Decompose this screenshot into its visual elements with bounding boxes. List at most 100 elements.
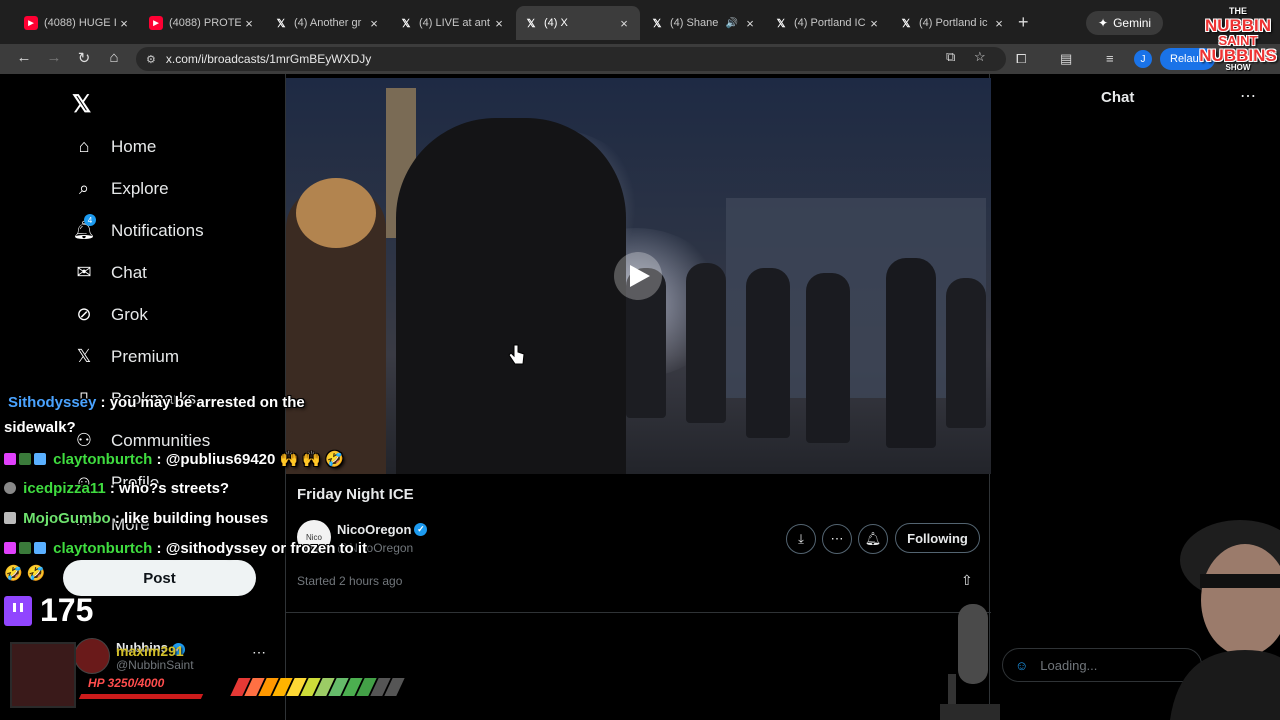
install-app-icon[interactable]: ⧉ — [946, 49, 955, 65]
hp-bar-base — [78, 694, 204, 699]
subscribe-button[interactable]: 🔔︎ — [858, 524, 888, 554]
browser-toolbar: ← → ↻ ⌂ ⚙ x.com/i/broadcasts/1mrGmBEyWXD… — [0, 44, 1280, 74]
viewer-badge-icon — [4, 482, 16, 494]
browser-tab[interactable]: 𝕏 (4) Shane 🔊 × — [642, 10, 766, 36]
browser-tab[interactable]: ▶ (4088) HUGE I × — [16, 10, 140, 36]
close-icon[interactable]: × — [366, 16, 382, 31]
more-icon: ⋯ — [830, 531, 844, 546]
account-menu-icon[interactable]: ⋯ — [252, 644, 266, 661]
broadcast-video[interactable] — [286, 78, 991, 474]
overlay-user-avatar — [10, 642, 76, 708]
close-icon[interactable]: × — [616, 16, 632, 31]
host-name[interactable]: NicoOregon ✓ — [337, 522, 428, 537]
streamer-webcam — [1170, 520, 1280, 720]
tab-title: (4) Another gr — [294, 17, 362, 29]
subscriber-badge-icon — [4, 542, 16, 554]
address-bar[interactable]: ⚙ x.com/i/broadcasts/1mrGmBEyWXDJy ⧉ ☆ — [136, 47, 1006, 71]
overlay-chat-text: : you may be arrested on the — [100, 394, 305, 411]
close-icon[interactable]: × — [491, 16, 507, 31]
tab-title: (4088) PROTES — [169, 17, 241, 29]
sidebar-item-grok[interactable]: ⊘ Grok — [72, 304, 147, 325]
overlay-chat-line: 🤣 🤣 — [4, 564, 46, 582]
browser-profile-avatar[interactable]: J — [1134, 50, 1152, 68]
browser-tab[interactable]: 𝕏 (4) LIVE at ant × — [391, 10, 515, 36]
more-options-button[interactable]: ⋯ — [822, 524, 852, 554]
close-icon[interactable]: × — [241, 16, 257, 31]
prime-badge-icon — [34, 542, 46, 554]
sidebar-item-notifications[interactable]: 🔔︎ 4 Notifications — [72, 214, 204, 241]
overlay-chat-user: MojoGumbo — [23, 510, 111, 527]
tab-title: (4) X — [544, 17, 568, 29]
dock-button[interactable]: ⤓ — [786, 524, 816, 554]
site-info-icon[interactable]: ⚙ — [146, 53, 156, 66]
sidebar-item-explore[interactable]: ⌕ Explore — [72, 178, 169, 199]
twitch-icon — [4, 595, 32, 626]
home-icon[interactable]: ⌂ — [104, 49, 124, 66]
youtube-icon: ▶ — [24, 16, 38, 30]
tab-title: (4088) HUGE I — [44, 17, 116, 29]
browser-tab[interactable]: ▶ (4088) PROTES × — [141, 10, 265, 36]
overlay-chat-line: icedpizza11 : who?s streets? — [4, 480, 229, 497]
browser-tab[interactable]: 𝕏 (4) Portland IC × — [766, 10, 890, 36]
dock-icon: ⤓ — [798, 531, 804, 546]
back-arrow-icon[interactable]: ← — [14, 49, 34, 66]
show-logo: THE NUBBIN SAINT NUBBINS SHOW — [1196, 2, 1280, 74]
following-button[interactable]: Following — [895, 523, 980, 553]
side-panel-icon[interactable]: ▤ — [1060, 51, 1072, 67]
overlay-chat-line: claytonburtch : @publius69420 🙌 🙌 🤣 — [4, 450, 344, 468]
overlay-username: maxim291 — [116, 643, 184, 659]
x-icon: 𝕏 — [776, 17, 786, 30]
browser-tab[interactable]: 𝕏 (4) Another gr × — [266, 10, 390, 36]
bell-plus-icon: 🔔︎ — [864, 531, 882, 546]
browser-tab-strip: ▶ (4088) HUGE I × ▶ (4088) PROTES × 𝕏 (4… — [0, 0, 1280, 44]
grok-icon: ⊘ — [76, 304, 92, 324]
bookmark-star-icon[interactable]: ☆ — [974, 49, 986, 65]
sidebar-item-premium[interactable]: 𝕏 Premium — [72, 346, 179, 367]
notification-badge: 4 — [84, 214, 96, 226]
post-button[interactable]: Post — [63, 560, 256, 596]
browser-tab[interactable]: 𝕏 (4) Portland ic × — [891, 10, 1015, 36]
sidebar-item-label: Home — [111, 136, 157, 156]
media-controls-icon[interactable]: ≡ — [1106, 51, 1114, 66]
play-button[interactable] — [614, 252, 662, 300]
started-time: Started 2 hours ago — [297, 574, 403, 588]
share-icon[interactable]: ⇧ — [961, 572, 973, 589]
browser-tab-active[interactable]: 𝕏 (4) X × — [516, 6, 640, 40]
video-officer — [886, 258, 936, 448]
new-tab-icon[interactable]: + — [1018, 12, 1029, 33]
x-premium-icon: 𝕏 — [76, 346, 92, 366]
close-icon[interactable]: × — [991, 16, 1007, 31]
search-icon: ⌕ — [78, 178, 90, 198]
overlay-chat-user: Sithodyssey — [8, 394, 97, 411]
video-officer — [806, 273, 850, 443]
overlay-chat-line: sidewalk? — [4, 419, 76, 436]
overlay-chat-text: sidewalk? — [4, 419, 76, 436]
x-logo-icon[interactable]: 𝕏 — [72, 90, 91, 119]
chat-input-placeholder: Loading... — [1040, 657, 1098, 673]
reload-icon[interactable]: ↻ — [74, 49, 94, 67]
video-person-hood — [296, 178, 376, 248]
gemini-button[interactable]: ✦ Gemini — [1086, 11, 1164, 35]
close-icon[interactable]: × — [742, 16, 758, 31]
speaker-icon[interactable]: 🔊 — [726, 18, 738, 29]
forward-arrow-icon[interactable]: → — [44, 49, 64, 66]
extensions-icon[interactable]: ⧠ — [1016, 51, 1026, 67]
subscriber-badge-icon — [4, 453, 16, 465]
emoji-icon[interactable]: ☺ — [1015, 658, 1028, 673]
hp-value: HP 3250/4000 — [88, 676, 165, 690]
sidebar-item-label: Explore — [111, 178, 169, 198]
viewer-badge-icon — [4, 512, 16, 524]
close-icon[interactable]: × — [116, 16, 132, 31]
avatar[interactable] — [74, 638, 110, 674]
x-icon: 𝕏 — [901, 17, 911, 30]
sidebar-item-label: Notifications — [111, 220, 204, 240]
more-icon[interactable]: ⋯ — [1240, 86, 1256, 106]
x-icon: 𝕏 — [401, 17, 411, 30]
hand-cursor-icon — [508, 344, 526, 371]
sidebar-item-home[interactable]: ⌂ Home — [72, 136, 157, 157]
prime-badge-icon — [34, 453, 46, 465]
host-name-text: NicoOregon — [337, 522, 412, 537]
close-icon[interactable]: × — [866, 16, 882, 31]
sidebar-item-communities[interactable]: ⚇ Communities — [72, 430, 210, 451]
sidebar-item-chat[interactable]: ✉ Chat — [72, 262, 146, 283]
